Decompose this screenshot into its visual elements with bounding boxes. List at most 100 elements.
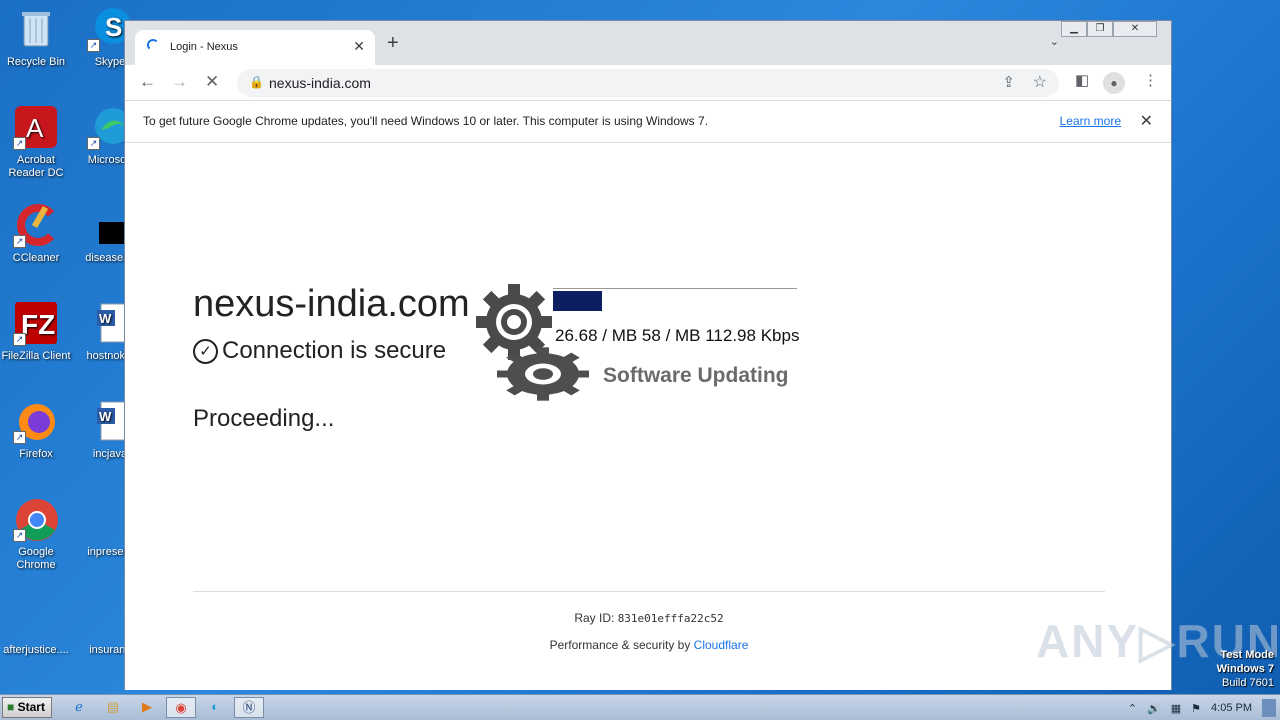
firefox-icon: ↗	[13, 398, 59, 444]
shortcut-arrow-icon: ↗	[13, 137, 26, 150]
back-arrow-icon[interactable]: ←	[139, 72, 156, 92]
url-text[interactable]: nexus-india.com	[269, 75, 371, 91]
shortcut-arrow-icon: ↗	[13, 333, 26, 346]
svg-text:FZ: FZ	[21, 309, 55, 340]
browser-window: Login - Nexus ✕ + ⌄ ▁ ❐ ✕ ← → ✕ 🔒 nexus-…	[124, 20, 1172, 690]
clock[interactable]: 4:05 PM	[1211, 702, 1252, 714]
tab-login-nexus[interactable]: Login - Nexus ✕	[135, 30, 375, 65]
media-player-icon[interactable]: ▶	[132, 697, 162, 718]
build-text: Build 7601	[1222, 677, 1274, 689]
download-progress-bar	[553, 288, 797, 311]
windows-logo-icon: ■	[7, 700, 15, 714]
desktop-icon-ccleaner[interactable]: ↗ CCleaner	[0, 202, 72, 265]
edge-taskbar-icon[interactable]: ◐	[200, 697, 230, 718]
performance-line: Performance & security by Cloudflare	[125, 638, 1173, 652]
desktop-icon-recycle-bin[interactable]: Recycle Bin	[0, 6, 72, 69]
infobar-message: To get future Google Chrome updates, you…	[143, 114, 709, 128]
page-content: nexus-india.com ✓ Connection is secure P…	[125, 143, 1171, 690]
start-button[interactable]: ■ Start	[2, 697, 52, 718]
shortcut-arrow-icon: ↗	[13, 235, 26, 248]
shortcut-arrow-icon: ↗	[13, 529, 26, 542]
desktop-icon-acrobat[interactable]: A ↗ Acrobat Reader DC	[0, 104, 72, 180]
internet-explorer-icon[interactable]: ℯ	[64, 697, 94, 718]
share-icon[interactable]: ⇪	[1002, 73, 1015, 91]
update-infobar: To get future Google Chrome updates, you…	[125, 101, 1171, 143]
desktop-icon-label: afterjustice....	[3, 644, 69, 656]
tab-title: Login - Nexus	[170, 41, 238, 53]
desktop-icon-label: Acrobat Reader DC	[8, 154, 64, 179]
file-explorer-icon[interactable]: ▤	[98, 697, 128, 718]
desktop-icon-label: Google Chrome	[16, 546, 56, 571]
svg-text:W: W	[99, 311, 112, 326]
action-center-flag-icon[interactable]: ⚑	[1191, 702, 1201, 715]
site-name-heading: nexus-india.com	[193, 283, 470, 325]
address-bar[interactable]: 🔒 nexus-india.com ⇪ ☆	[237, 69, 1059, 97]
side-panel-icon[interactable]: ◧	[1075, 71, 1089, 89]
shortcut-arrow-icon: ↗	[87, 39, 100, 52]
window-close-button[interactable]: ✕	[1113, 21, 1157, 37]
acrobat-icon: A ↗	[13, 104, 59, 150]
download-stats: 26.68 / MB 58 / MB 112.98 Kbps	[555, 326, 800, 345]
recycle-bin-icon	[13, 6, 59, 52]
window-controls: ▁ ❐ ✕	[1061, 21, 1157, 39]
ray-id-label: Ray ID:	[574, 611, 615, 625]
bookmark-star-icon[interactable]: ☆	[1033, 72, 1047, 92]
start-label: Start	[17, 700, 45, 714]
learn-more-link[interactable]: Learn more	[1060, 114, 1121, 128]
test-mode-notice: Test Mode Windows 7 Build 7601	[1217, 648, 1274, 690]
tab-strip: Login - Nexus ✕ + ⌄ ▁ ❐ ✕	[125, 21, 1171, 65]
network-icon[interactable]: ▦	[1171, 702, 1181, 715]
tab-close-icon[interactable]: ✕	[353, 38, 365, 55]
software-update-overlay: 26.68 / MB 58 / MB 112.98 Kbps Software …	[475, 283, 810, 413]
desktop-icon-firefox[interactable]: ↗ Firefox	[0, 398, 72, 461]
system-tray: ⌃ 🔊 ▦ ⚑ 4:05 PM	[1128, 695, 1280, 720]
profile-avatar-icon[interactable]: ●	[1103, 72, 1125, 94]
footer-divider	[193, 591, 1105, 592]
chrome-taskbar-icon[interactable]: ◉	[166, 697, 196, 718]
shortcut-arrow-icon: ↗	[13, 431, 26, 444]
test-mode-text: Test Mode	[1220, 649, 1274, 661]
ray-id-value: 831e01efffa22c52	[617, 612, 724, 625]
infobar-close-icon[interactable]: ✕	[1140, 111, 1153, 131]
menu-kebab-icon[interactable]: ⋮	[1143, 71, 1158, 89]
desktop-icon-label: FileZilla Client	[1, 350, 71, 362]
desktop-icon-afterjustice[interactable]: afterjustice....	[0, 594, 72, 657]
stop-loading-icon[interactable]: ✕	[205, 72, 219, 92]
connection-secure-row: ✓ Connection is secure	[193, 337, 446, 365]
software-updating-text: Software Updating	[603, 364, 789, 387]
os-text: Windows 7	[1216, 663, 1274, 675]
svg-text:W: W	[99, 409, 112, 424]
restore-button[interactable]: ❐	[1087, 21, 1113, 37]
cloudflare-link[interactable]: Cloudflare	[694, 638, 749, 652]
svg-text:A: A	[26, 113, 44, 143]
forward-arrow-icon[interactable]: →	[171, 72, 188, 92]
tray-expand-icon[interactable]: ⌃	[1128, 702, 1137, 715]
performance-text: Performance & security by	[549, 638, 691, 652]
minimize-button[interactable]: ▁	[1061, 21, 1087, 37]
download-progress-fill	[553, 291, 602, 311]
svg-text:S: S	[105, 12, 122, 42]
check-circle-icon: ✓	[193, 338, 218, 364]
proceeding-text: Proceeding...	[193, 405, 335, 432]
ccleaner-icon: ↗	[13, 202, 59, 248]
filezilla-icon: FZ ↗	[13, 300, 59, 346]
shortcut-arrow-icon: ↗	[87, 137, 100, 150]
loading-spinner-icon	[147, 39, 159, 51]
small-gear-icon	[497, 347, 589, 401]
volume-icon[interactable]: 🔊	[1147, 702, 1161, 715]
desktop-icon-chrome[interactable]: ↗ Google Chrome	[0, 496, 72, 572]
desktop-icon-label: Firefox	[19, 448, 53, 460]
nexus-taskbar-icon[interactable]: Ⓝ	[234, 697, 264, 718]
connection-secure-text: Connection is secure	[222, 337, 447, 364]
file-icon	[13, 594, 59, 640]
desktop-icon-filezilla[interactable]: FZ ↗ FileZilla Client	[0, 300, 72, 363]
tab-search-chevron-icon[interactable]: ⌄	[1050, 35, 1059, 48]
browser-toolbar: ← → ✕ 🔒 nexus-india.com ⇪ ☆ ◧ ● ⋮	[125, 65, 1171, 101]
new-tab-button[interactable]: +	[387, 33, 399, 53]
desktop-icon-label: Recycle Bin	[6, 56, 66, 68]
lock-icon[interactable]: 🔒	[249, 75, 264, 89]
show-desktop-button[interactable]	[1262, 699, 1276, 717]
taskbar: ■ Start ℯ ▤ ▶ ◉ ◐ Ⓝ ⌃ 🔊 ▦ ⚑ 4:05 PM	[0, 694, 1280, 720]
desktop-icon-label: CCleaner	[12, 252, 60, 264]
ray-id-line: Ray ID: 831e01efffa22c52	[125, 611, 1173, 625]
